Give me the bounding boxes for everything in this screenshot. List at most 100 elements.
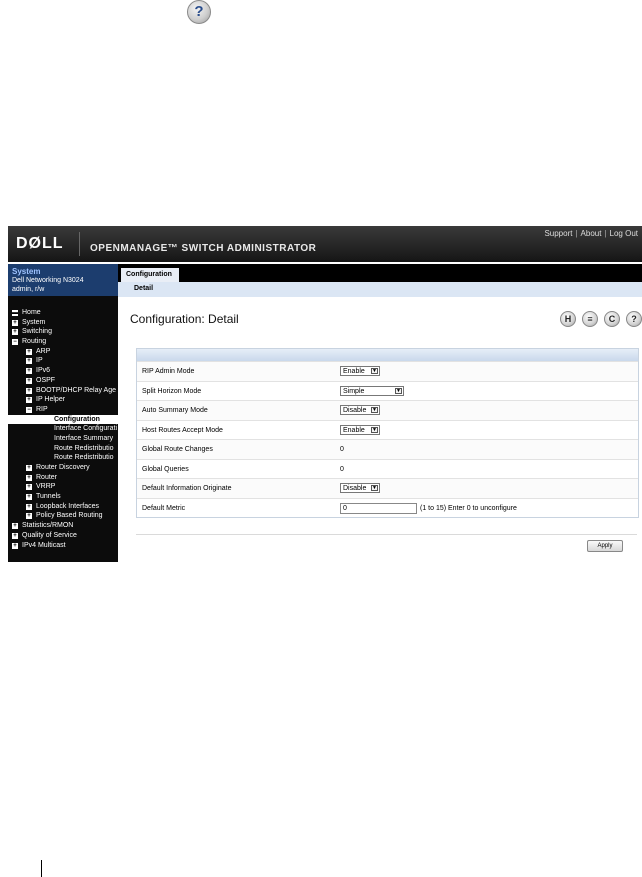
form-row: Default Metric 0 (1 to 15) Enter 0 to unco… [137, 497, 638, 518]
field-hint: (1 to 15) Enter 0 to unconfigure [420, 504, 517, 512]
sidebar-item-label: BOOTP/DHCP Relay Age [36, 386, 117, 394]
sidebar-item[interactable]: ▬ Home [8, 308, 118, 318]
sidebar-item[interactable]: − Routing [8, 337, 118, 347]
system-info[interactable]: System Dell Networking N3024 admin, r/w [8, 264, 118, 296]
sidebar-item[interactable]: + Quality of Service [8, 531, 118, 541]
sidebar-item-label: IP [36, 357, 43, 365]
sidebar-item-label: Policy Based Routing [36, 512, 103, 520]
sidebar-item[interactable]: Route Redistributio [8, 453, 118, 463]
select-value: Enable [343, 368, 365, 375]
page-title: Configuration: Detail [130, 312, 239, 326]
field-label: Host Routes Accept Mode [142, 426, 223, 434]
sidebar-item[interactable]: + IPv4 Multicast [8, 541, 118, 551]
sidebar-item-label: IPv6 [36, 367, 51, 375]
chevron-down-icon[interactable]: ▼ [371, 426, 378, 433]
sidebar-item-label: Home [22, 309, 41, 316]
sidebar-item-label: Router Discovery [36, 464, 90, 471]
expand-icon[interactable]: + [26, 397, 32, 404]
sidebar-item[interactable]: Route Redistributio [8, 444, 118, 454]
expand-icon[interactable]: + [12, 319, 18, 326]
sidebar-item[interactable]: + Router Discovery [8, 463, 118, 473]
print-icon[interactable]: ≡ [582, 311, 598, 327]
about-link[interactable]: About [581, 229, 602, 238]
expand-icon[interactable]: + [26, 484, 32, 491]
expand-icon[interactable]: + [12, 329, 18, 336]
expand-icon[interactable]: + [26, 513, 32, 520]
chevron-down-icon[interactable]: ▼ [371, 407, 378, 413]
expand-icon[interactable]: + [12, 523, 18, 530]
chevron-down-icon[interactable]: ▼ [371, 368, 378, 374]
mode-select[interactable]: Simple ▼ [340, 385, 404, 396]
refresh-icon[interactable]: C [604, 311, 620, 327]
rip-config-panel: RIP Admin Mode Enable ▼ Split Horizon Mode S… [136, 348, 639, 518]
sidebar-item[interactable]: Interface Configurati [8, 424, 118, 434]
sidebar-item[interactable]: + BOOTP/DHCP Relay Age [8, 386, 118, 396]
mode-select[interactable]: Disable ▼ [340, 405, 380, 415]
tab-configuration[interactable]: Configuration [121, 268, 179, 282]
expand-icon[interactable]: + [26, 474, 32, 481]
form-row: RIP Admin Mode Enable ▼ [137, 361, 638, 381]
mode-select[interactable]: Disable ▼ [340, 483, 380, 493]
sidebar-item[interactable]: + Router [8, 473, 118, 483]
sidebar-item-label: Switching [22, 328, 52, 336]
form-row: Split Horizon Mode Simple ▼ [137, 380, 638, 401]
panel-header [137, 349, 638, 361]
field-value: 0 [340, 446, 344, 453]
sidebar-item-label: Statistics/RMON [22, 522, 74, 530]
chevron-down-icon[interactable]: ▼ [395, 387, 402, 394]
sidebar-item[interactable]: + Loopback Interfaces [8, 502, 118, 512]
sub-tab-bar: Detail [118, 282, 642, 297]
help-icon[interactable]: ? [626, 311, 642, 327]
expand-icon[interactable]: + [12, 542, 18, 549]
sidebar-item[interactable]: + Switching [8, 327, 118, 337]
collapse-icon[interactable]: − [26, 406, 32, 413]
home-icon[interactable]: ▬ [12, 310, 18, 316]
sidebar-item[interactable]: + IP [8, 356, 118, 366]
sidebar-item[interactable]: + OSPF [8, 376, 118, 386]
sidebar-item[interactable]: + IP Helper [8, 395, 118, 405]
chevron-down-icon[interactable]: ▼ [371, 485, 378, 491]
sidebar-item[interactable]: + Statistics/RMON [8, 521, 118, 531]
sidebar-item[interactable]: + Policy Based Routing [8, 511, 118, 521]
sidebar-item[interactable]: Configuration [8, 414, 118, 425]
expand-icon[interactable]: + [26, 358, 32, 365]
mode-select[interactable]: Enable ▼ [340, 424, 380, 435]
sidebar-item-label: Configuration [54, 415, 100, 423]
collapse-icon[interactable]: − [12, 339, 18, 346]
apply-button[interactable]: Apply [587, 540, 623, 552]
form-row: Auto Summary Mode Disable ▼ [137, 400, 638, 420]
expand-icon[interactable]: + [26, 348, 32, 355]
sidebar-item[interactable]: + VRRP [8, 482, 118, 492]
mode-select[interactable]: Enable ▼ [340, 366, 380, 376]
default-metric-input[interactable]: 0 [340, 502, 417, 514]
sidebar-item-label: IPv4 Multicast [22, 541, 66, 549]
sidebar-item[interactable]: Interface Summary [8, 434, 118, 444]
nav-tree: ▬ Home + System + Switching − Routing + ARP + IP + IP… [8, 308, 118, 550]
expand-icon[interactable]: + [26, 503, 32, 510]
field-label: Global Route Changes [142, 446, 213, 453]
expand-icon[interactable]: + [12, 532, 18, 539]
sidebar-item[interactable]: − RIP [8, 405, 118, 415]
select-value: Disable [343, 485, 367, 492]
logout-link[interactable]: Log Out [610, 229, 638, 238]
sidebar-item-label: Tunnels [36, 493, 61, 501]
save-icon[interactable]: H [560, 311, 576, 327]
system-model: Dell Networking N3024 [12, 277, 84, 284]
form-row: Global Route Changes 0 [137, 439, 638, 459]
sidebar-item[interactable]: + Tunnels [8, 492, 118, 502]
sidebar-item[interactable]: + System [8, 318, 118, 328]
sidebar-item-label: OSPF [36, 376, 56, 384]
expand-icon[interactable]: + [26, 494, 32, 501]
sidebar-item[interactable]: + IPv6 [8, 366, 118, 376]
help-icon[interactable]: ? [187, 0, 211, 24]
sub-tab-detail[interactable]: Detail [134, 285, 153, 292]
sidebar-item[interactable]: + ARP [8, 347, 118, 357]
expand-icon[interactable]: + [26, 465, 32, 471]
expand-icon[interactable]: + [26, 387, 32, 394]
sidebar-item-label: IP Helper [36, 396, 66, 404]
field-label: Split Horizon Mode [142, 387, 202, 395]
system-title: System [12, 267, 41, 276]
expand-icon[interactable]: + [26, 377, 32, 384]
expand-icon[interactable]: + [26, 368, 32, 375]
support-link[interactable]: Support [544, 229, 572, 238]
